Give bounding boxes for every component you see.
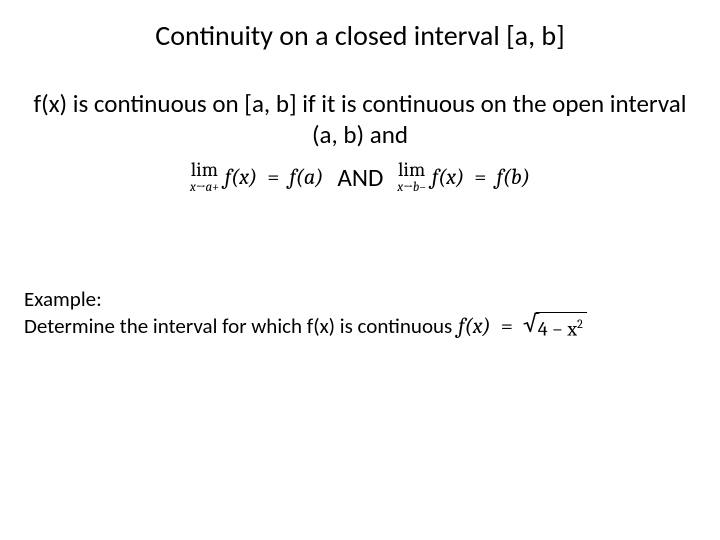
equals-sign: = — [470, 164, 490, 190]
example-prompt-row: Determine the interval for which f(x) is… — [24, 312, 696, 341]
and-label: AND — [337, 162, 383, 193]
lim-right-sub: x→b− — [397, 181, 425, 194]
radicand-pre: 4 − x — [538, 318, 577, 341]
radical-icon: √ — [523, 313, 539, 342]
limit-left-expression: lim x→a+ f(x) = f(a) — [190, 160, 323, 194]
equals-sign: = — [263, 164, 283, 190]
limit-right-symbol: lim x→b− — [397, 160, 425, 194]
definition-text: f(x) is continuous on [a, b] if it is co… — [20, 88, 700, 151]
example-block: Example: Determine the interval for whic… — [24, 286, 696, 341]
limit-left-lhs: f(x) — [225, 164, 257, 190]
limit-right-lhs: f(x) — [432, 164, 464, 190]
sqrt-expression: √ 4 − x2 — [523, 312, 587, 341]
slide-title: Continuity on a closed interval [a, b] — [0, 18, 720, 53]
radicand-exp: 2 — [577, 317, 583, 331]
lim-left-sub: x→a+ — [190, 181, 219, 194]
example-prompt: Determine the interval for which f(x) is… — [24, 313, 452, 339]
limit-left-rhs: f(a) — [289, 164, 323, 190]
equals-sign: = — [497, 313, 517, 341]
limit-row: lim x→a+ f(x) = f(a) AND lim x→b− f(x) =… — [0, 160, 720, 194]
lim-text: lim — [191, 160, 218, 180]
lim-text: lim — [398, 160, 425, 180]
limit-right-expression: lim x→b− f(x) = f(b) — [397, 160, 530, 194]
example-label: Example: — [24, 286, 696, 312]
slide: Continuity on a closed interval [a, b] f… — [0, 0, 720, 540]
limit-right-rhs: f(b) — [496, 164, 530, 190]
limit-left-symbol: lim x→a+ — [190, 160, 219, 194]
example-function: f(x) = √ 4 − x2 — [458, 312, 586, 341]
radicand: 4 − x2 — [536, 312, 587, 341]
example-func-lhs: f(x) — [458, 313, 490, 341]
